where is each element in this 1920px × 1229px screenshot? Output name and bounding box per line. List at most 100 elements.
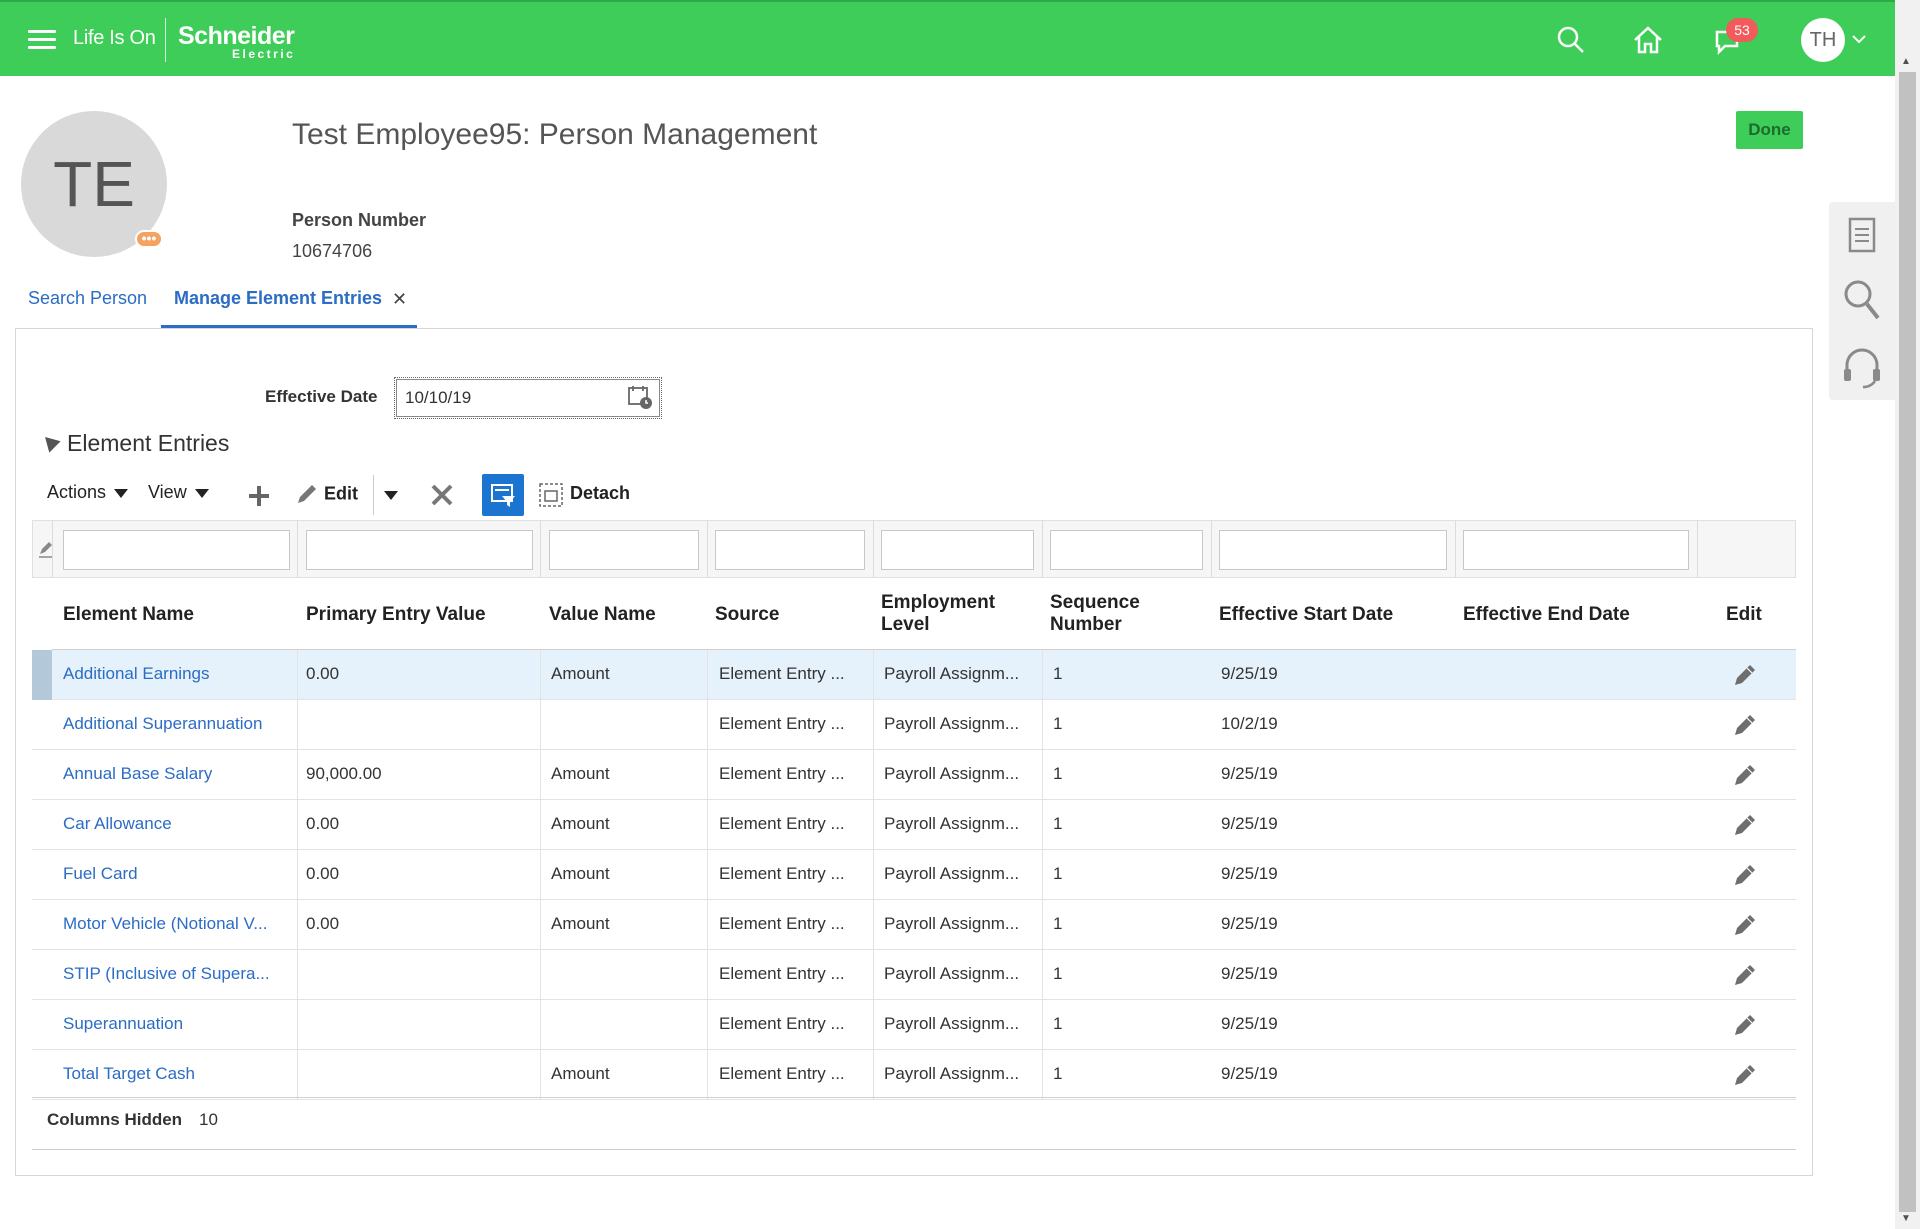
cell-divider <box>540 950 541 1000</box>
row-selector[interactable] <box>32 1050 52 1100</box>
edit-row-pencil-icon[interactable] <box>1732 812 1758 838</box>
detach-button[interactable]: Detach <box>570 483 630 504</box>
edit-toolbar-button[interactable]: Edit <box>295 482 358 506</box>
cell-source: Element Entry ... <box>719 1014 845 1033</box>
delete-icon[interactable] <box>430 483 454 507</box>
edit-row-pencil-icon[interactable] <box>1732 662 1758 688</box>
actions-menu-label: Actions <box>47 482 107 502</box>
header-employment-level-line1: Employment <box>881 592 996 613</box>
cell-divider <box>540 700 541 750</box>
add-icon[interactable] <box>247 484 271 508</box>
avatar-more-icon[interactable]: ••• <box>135 230 163 248</box>
cell-sequence-number: 1 <box>1053 864 1063 883</box>
done-button[interactable]: Done <box>1736 111 1803 149</box>
chevron-down-icon[interactable] <box>1852 34 1866 44</box>
header-primary-entry-value[interactable]: Primary Entry Value <box>306 604 486 626</box>
tab-manage-element-entries[interactable]: Manage Element Entries <box>174 288 382 309</box>
cell-sequence-number: 1 <box>1053 1064 1063 1083</box>
cell-value-name: Amount <box>551 814 610 833</box>
cell-element-name[interactable]: STIP (Inclusive of Supera... <box>63 964 270 984</box>
scrollbar-thumb[interactable] <box>1899 72 1916 1212</box>
search-icon[interactable] <box>1555 24 1587 56</box>
cell-divider <box>540 650 541 700</box>
search-panel-icon[interactable] <box>1834 272 1890 328</box>
cell-element-name[interactable]: Annual Base Salary <box>63 764 212 784</box>
header-effective-end-date[interactable]: Effective End Date <box>1463 604 1630 626</box>
query-by-example-button[interactable] <box>482 474 524 516</box>
table-bottom-border <box>32 1097 1796 1098</box>
filter-value-name-input[interactable] <box>549 530 699 570</box>
filter-employment-level-input[interactable] <box>881 530 1034 570</box>
cell-employment-level: Payroll Assignm... <box>884 964 1020 983</box>
header-employment-level[interactable]: Employment Level <box>881 592 995 636</box>
cell-divider <box>297 800 298 850</box>
filter-source-input[interactable] <box>715 530 865 570</box>
actions-menu-button[interactable]: Actions <box>47 482 129 503</box>
cell-employment-level: Payroll Assignm... <box>884 814 1020 833</box>
row-selector[interactable] <box>32 750 52 800</box>
column-divider <box>1455 520 1456 578</box>
row-selector[interactable] <box>32 650 52 700</box>
notification-count-badge[interactable]: 53 <box>1726 18 1758 42</box>
header-element-name[interactable]: Element Name <box>63 604 194 626</box>
cell-element-name[interactable]: Total Target Cash <box>63 1064 195 1084</box>
cell-element-name[interactable]: Motor Vehicle (Notional V... <box>63 914 267 934</box>
cell-employment-level: Payroll Assignm... <box>884 864 1020 883</box>
filter-effective-end-date-input[interactable] <box>1463 530 1689 570</box>
row-selector[interactable] <box>32 700 52 750</box>
edit-row-pencil-icon[interactable] <box>1732 1062 1758 1088</box>
cell-element-name[interactable]: Additional Earnings <box>63 664 209 684</box>
header-sequence-number-line2: Number <box>1050 614 1122 635</box>
row-selector[interactable] <box>32 800 52 850</box>
cell-source: Element Entry ... <box>719 764 845 783</box>
cell-element-name[interactable]: Superannuation <box>63 1014 183 1034</box>
calendar-icon[interactable] <box>627 384 653 410</box>
header-effective-start-date[interactable]: Effective Start Date <box>1219 604 1393 626</box>
cell-sequence-number: 1 <box>1053 1014 1063 1033</box>
tab-search-person[interactable]: Search Person <box>28 288 147 309</box>
edit-row-pencil-icon[interactable] <box>1732 962 1758 988</box>
edit-row-pencil-icon[interactable] <box>1732 862 1758 888</box>
edit-options-dropdown[interactable] <box>384 484 398 505</box>
brand-logo-sub: Electric <box>232 47 296 61</box>
user-avatar[interactable]: TH <box>1801 18 1845 62</box>
cell-source: Element Entry ... <box>719 964 845 983</box>
edit-row-pencil-icon[interactable] <box>1732 912 1758 938</box>
edit-row-pencil-icon[interactable] <box>1732 712 1758 738</box>
header-employment-level-line2: Level <box>881 614 930 635</box>
cell-value-name: Amount <box>551 914 610 933</box>
filter-sequence-number-input[interactable] <box>1050 530 1203 570</box>
cell-divider <box>707 1000 708 1050</box>
cell-element-name[interactable]: Car Allowance <box>63 814 172 834</box>
effective-date-input[interactable] <box>394 377 662 419</box>
scroll-up-arrow-icon[interactable]: ▲ <box>1901 56 1911 67</box>
cell-divider <box>873 650 874 700</box>
column-divider <box>297 520 298 578</box>
header-source[interactable]: Source <box>715 604 779 626</box>
row-selector[interactable] <box>32 850 52 900</box>
row-selector[interactable] <box>32 1000 52 1050</box>
edit-row-pencil-icon[interactable] <box>1732 762 1758 788</box>
filter-element-name-input[interactable] <box>63 530 290 570</box>
cell-divider <box>297 700 298 750</box>
cell-sequence-number: 1 <box>1053 814 1063 833</box>
filter-effective-start-date-input[interactable] <box>1219 530 1447 570</box>
filter-primary-entry-value-input[interactable] <box>306 530 533 570</box>
edit-row-pencil-icon[interactable] <box>1732 1012 1758 1038</box>
header-value-name[interactable]: Value Name <box>549 604 656 626</box>
document-icon[interactable] <box>1834 207 1890 263</box>
row-selector[interactable] <box>32 950 52 1000</box>
hamburger-menu-icon[interactable] <box>28 30 56 50</box>
cell-element-name[interactable]: Fuel Card <box>63 864 138 884</box>
view-menu-button[interactable]: View <box>148 482 209 503</box>
detach-icon[interactable] <box>538 482 564 508</box>
cell-element-name[interactable]: Additional Superannuation <box>63 714 262 734</box>
close-tab-icon[interactable]: ✕ <box>392 289 407 310</box>
header-sequence-number[interactable]: Sequence Number <box>1050 592 1140 636</box>
row-selector[interactable] <box>32 900 52 950</box>
home-icon[interactable] <box>1632 24 1664 56</box>
cell-primary-entry-value: 90,000.00 <box>306 764 382 783</box>
caret-down-icon <box>194 488 209 498</box>
scroll-down-arrow-icon[interactable]: ▼ <box>1901 1213 1911 1224</box>
headset-support-icon[interactable] <box>1834 339 1890 395</box>
